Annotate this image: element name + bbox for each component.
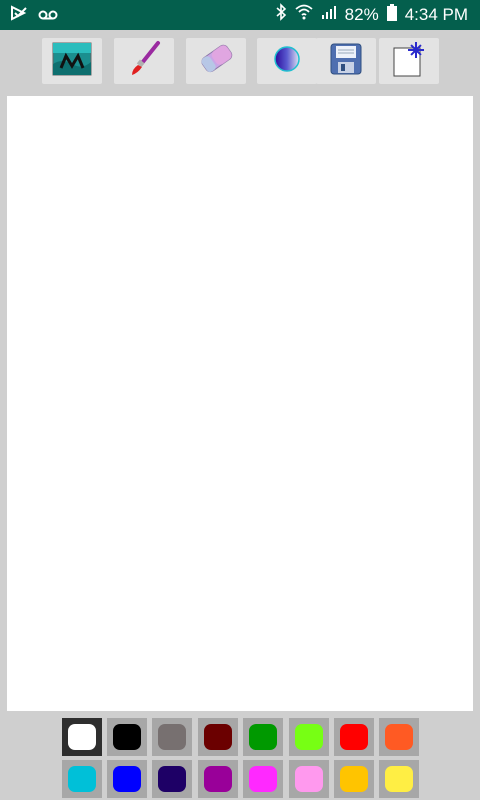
- color-swatch[interactable]: [379, 718, 419, 756]
- color-chip: [249, 724, 277, 750]
- paintbrush-icon: [124, 39, 164, 83]
- color-swatch[interactable]: [289, 760, 329, 798]
- color-chip: [385, 766, 413, 792]
- drawing-canvas[interactable]: [7, 96, 473, 711]
- gradient-circle-icon: [272, 44, 302, 78]
- color-swatch[interactable]: [107, 718, 147, 756]
- color-chip: [204, 766, 232, 792]
- voicemail-icon: [38, 6, 58, 25]
- floppy-disk-icon: [329, 42, 363, 80]
- color-chip: [113, 766, 141, 792]
- color-chip: [68, 766, 96, 792]
- color-swatch[interactable]: [243, 760, 283, 798]
- color-swatch[interactable]: [62, 760, 102, 798]
- battery-text: 82%: [344, 4, 379, 24]
- color-swatch[interactable]: [334, 760, 374, 798]
- bluetooth-icon: [275, 3, 287, 26]
- color-swatch[interactable]: [334, 718, 374, 756]
- clock-text: 4:34 PM: [404, 4, 468, 24]
- battery-icon: [386, 3, 397, 26]
- eraser-icon: [194, 39, 238, 83]
- color-chip: [158, 724, 186, 750]
- toolbar: [0, 30, 480, 94]
- save-tool[interactable]: [316, 38, 376, 84]
- color-chip: [204, 724, 232, 750]
- background-image-tool[interactable]: [42, 38, 102, 84]
- color-chip: [295, 724, 323, 750]
- color-chip: [113, 724, 141, 750]
- new-page-icon: [391, 40, 427, 82]
- brush-size-tool[interactable]: [257, 38, 317, 84]
- color-swatch[interactable]: [379, 760, 419, 798]
- status-bar: 82% 4:34 PM: [0, 0, 480, 30]
- color-swatch[interactable]: [289, 718, 329, 756]
- color-swatch[interactable]: [243, 718, 283, 756]
- new-canvas-tool[interactable]: [379, 38, 439, 84]
- color-chip: [340, 766, 368, 792]
- color-swatch[interactable]: [198, 760, 238, 798]
- brush-tool[interactable]: [114, 38, 174, 84]
- color-chip: [68, 724, 96, 750]
- color-chip: [158, 766, 186, 792]
- color-chip: [340, 724, 368, 750]
- color-chip: [249, 766, 277, 792]
- color-swatch[interactable]: [152, 718, 192, 756]
- wifi-icon: [295, 4, 313, 25]
- color-swatch[interactable]: [107, 760, 147, 798]
- landscape-thumbnail-icon: [52, 42, 92, 80]
- color-palette: [0, 712, 480, 800]
- signal-icon: [321, 4, 337, 25]
- color-swatch[interactable]: [152, 760, 192, 798]
- notification-check-icon: [10, 5, 28, 25]
- color-swatch[interactable]: [62, 718, 102, 756]
- eraser-tool[interactable]: [186, 38, 246, 84]
- color-chip: [295, 766, 323, 792]
- color-swatch[interactable]: [198, 718, 238, 756]
- color-chip: [385, 724, 413, 750]
